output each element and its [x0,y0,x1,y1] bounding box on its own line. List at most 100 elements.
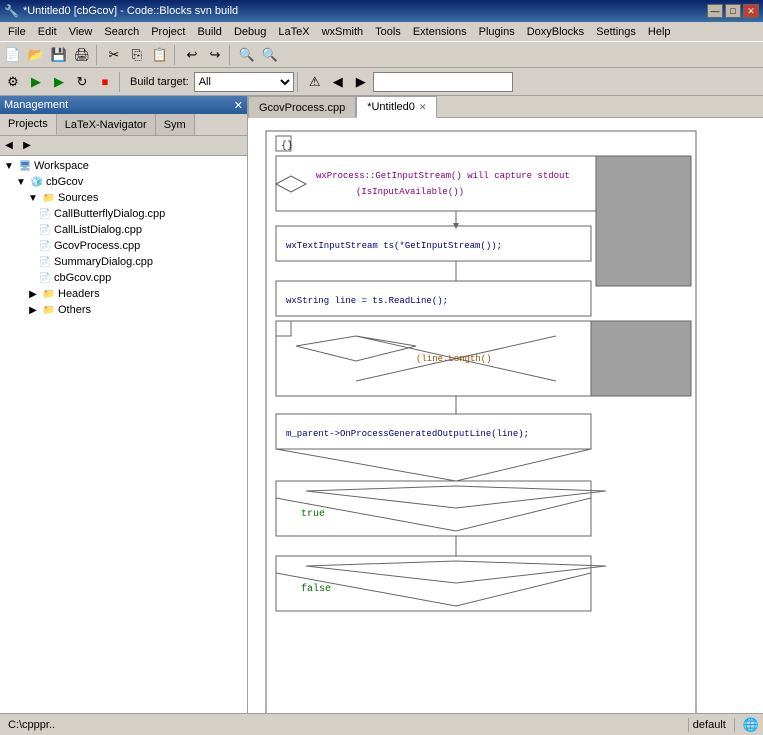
save-button[interactable]: 💾 [48,44,70,66]
management-header: Management ✕ [0,96,247,114]
close-button[interactable]: ✕ [743,4,759,18]
file-label-4: cbGcov.cpp [54,272,111,284]
file-label-1: CallListDialog.cpp [54,224,142,236]
replace-button[interactable]: 🔍 [259,44,281,66]
tree-file-3[interactable]: 📄 SummaryDialog.cpp [38,254,245,270]
menu-plugins[interactable]: Plugins [473,22,521,41]
tree-workspace[interactable]: ▼ 🖥 Workspace [2,158,245,174]
others-folder-icon: 📁 [42,303,56,317]
menu-file[interactable]: File [2,22,32,41]
tree-file-1[interactable]: 📄 CallListDialog.cpp [38,222,245,238]
menu-latex[interactable]: LaTeX [272,22,315,41]
management-nav: ◀ ▶ [0,136,247,156]
menu-build[interactable]: Build [191,22,227,41]
menu-search[interactable]: Search [98,22,145,41]
others-expand-icon: ▶ [26,303,40,317]
tree-file-0[interactable]: 📄 CallButterflyDialog.cpp [38,206,245,222]
maximize-button[interactable]: □ [725,4,741,18]
open-button[interactable]: 📂 [25,44,47,66]
errors-btn[interactable]: ⚠ [304,71,326,93]
status-divider [688,718,689,732]
rebuild-btn[interactable]: ↻ [71,71,93,93]
file-icon-1: 📄 [38,223,52,237]
file-icon-0: 📄 [38,207,52,221]
svg-text:true: true [301,509,325,520]
menu-help[interactable]: Help [642,22,677,41]
menu-wxsmith[interactable]: wxSmith [316,22,370,41]
others-label: Others [58,304,91,316]
separator4 [119,72,123,92]
search-input[interactable] [373,72,513,92]
menu-debug[interactable]: Debug [228,22,272,41]
tab-close-icon[interactable]: ✕ [419,102,427,113]
copy-button[interactable]: ⎘ [126,44,148,66]
file-icon-3: 📄 [38,255,52,269]
build-target-select[interactable]: All Debug Release [194,72,294,92]
svg-text:wxString line = ts.ReadLine();: wxString line = ts.ReadLine(); [286,296,448,306]
separator2 [174,45,178,65]
project-tree: ▼ 🖥 Workspace ▼ 🧊 cbGcov ▼ 📁 Sources 📄 C… [0,156,247,713]
toolbar2: ⚙ ▶ ▶ ↻ ⏹ Build target: All Debug Releas… [0,68,763,96]
back-btn[interactable]: ◀ [327,71,349,93]
stop-btn[interactable]: ⏹ [94,71,116,93]
print-button[interactable]: 🖨 [71,44,93,66]
tab-projects[interactable]: Projects [0,114,57,135]
nav-forward-arrow[interactable]: ▶ [18,137,36,155]
status-divider2 [734,718,735,732]
workspace-icon: 🖥 [18,159,32,173]
tree-others[interactable]: ▶ 📁 Others [26,302,245,318]
status-right: default 🌐 [693,717,759,733]
tree-sources[interactable]: ▼ 📁 Sources [26,190,245,206]
build-run-btn[interactable]: ▶ [48,71,70,93]
build-target-label: Build target: [130,76,189,88]
run-btn[interactable]: ▶ [25,71,47,93]
redo-button[interactable]: ↪ [204,44,226,66]
tree-file-4[interactable]: 📄 cbGcov.cpp [38,270,245,286]
sources-folder-icon: 📁 [42,191,56,205]
nav-back-arrow[interactable]: ◀ [0,137,18,155]
management-tabs: Projects LaTeX-Navigator Sym [0,114,247,136]
titlebar-title: 🔧 *Untitled0 [cbGcov] - Code::Blocks svn… [4,4,238,18]
tab-sym[interactable]: Sym [156,114,195,135]
tab-gcovprocess[interactable]: GcovProcess.cpp [248,96,356,118]
management-close-icon[interactable]: ✕ [234,99,243,112]
sources-label: Sources [58,192,98,204]
tree-headers[interactable]: ▶ 📁 Headers [26,286,245,302]
new-button[interactable]: 📄 [2,44,24,66]
minimize-button[interactable]: — [707,4,723,18]
project-collapse-icon: ▼ [14,175,28,189]
menu-view[interactable]: View [63,22,99,41]
workspace-label: Workspace [34,160,89,172]
undo-button[interactable]: ↩ [181,44,203,66]
menu-extensions[interactable]: Extensions [407,22,473,41]
menu-settings[interactable]: Settings [590,22,642,41]
file-label-0: CallButterflyDialog.cpp [54,208,165,220]
sources-collapse-icon: ▼ [26,191,40,205]
svg-text:m_parent->OnProcessGeneratedOu: m_parent->OnProcessGeneratedOutputLine(l… [286,429,529,439]
file-icon-4: 📄 [38,271,52,285]
paste-button[interactable]: 📋 [149,44,171,66]
tab-latex-navigator[interactable]: LaTeX-Navigator [57,114,156,135]
menu-edit[interactable]: Edit [32,22,63,41]
tree-file-2[interactable]: 📄 GcovProcess.cpp [38,238,245,254]
forward-btn[interactable]: ▶ [350,71,372,93]
menu-doxyblocks[interactable]: DoxyBlocks [521,22,590,41]
find-button[interactable]: 🔍 [236,44,258,66]
svg-text:{}: {} [281,140,293,152]
menubar: File Edit View Search Project Build Debu… [0,22,763,42]
tab-gcovprocess-label: GcovProcess.cpp [259,102,345,114]
titlebar: 🔧 *Untitled0 [cbGcov] - Code::Blocks svn… [0,0,763,22]
separator5 [297,72,301,92]
cut-button[interactable]: ✂ [103,44,125,66]
tree-project[interactable]: ▼ 🧊 cbGcov [14,174,245,190]
build-btn[interactable]: ⚙ [2,71,24,93]
titlebar-controls[interactable]: — □ ✕ [707,4,759,18]
tab-bar: GcovProcess.cpp *Untitled0 ✕ [248,96,763,118]
separator3 [229,45,233,65]
status-path: C:\cpppr.. [4,719,684,731]
tab-untitled0[interactable]: *Untitled0 ✕ [356,96,437,118]
diagram-area[interactable]: {} wxProcess::GetInputStream() will capt… [248,118,763,713]
menu-project[interactable]: Project [145,22,191,41]
menu-tools[interactable]: Tools [369,22,407,41]
flowchart-svg: {} wxProcess::GetInputStream() will capt… [256,126,706,713]
